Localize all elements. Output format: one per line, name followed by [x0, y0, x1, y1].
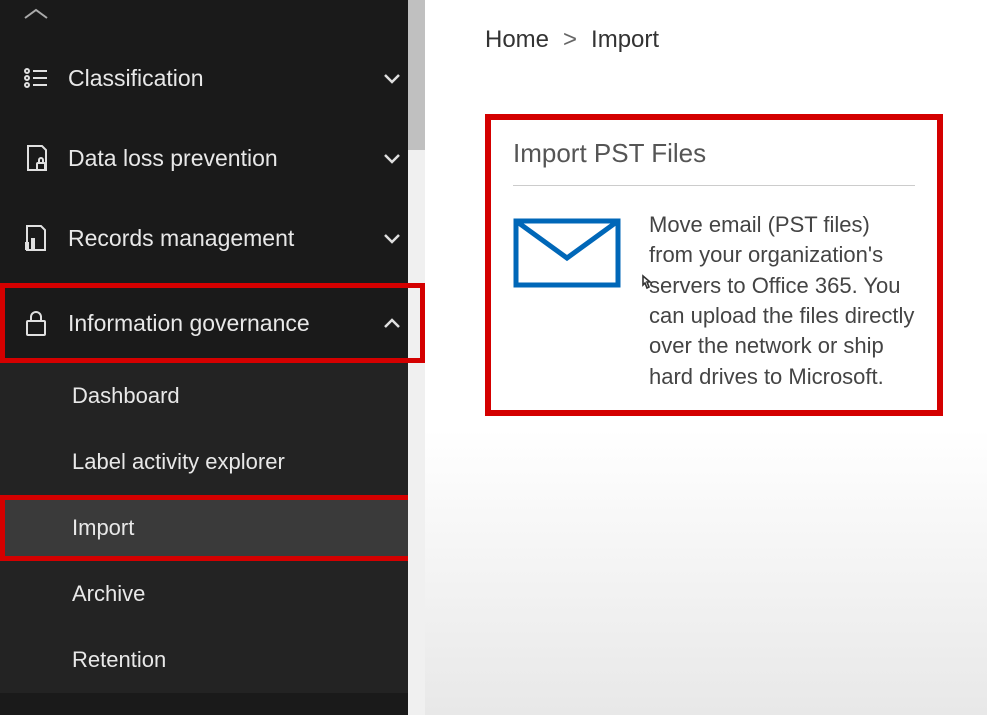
sidebar-subitem-import[interactable]: Import: [0, 495, 425, 561]
nav-label: Data loss prevention: [68, 145, 381, 172]
nav-label: Information governance: [68, 310, 381, 337]
sidebar-item-classification[interactable]: Classification: [0, 38, 425, 118]
chevron-down-icon: [381, 227, 403, 249]
nav-label: Classification: [68, 65, 381, 92]
sidebar-item-records-management[interactable]: Records management: [0, 198, 425, 278]
chevron-down-icon: [381, 147, 403, 169]
sidebar-item-truncated[interactable]: [0, 0, 425, 38]
import-pst-card[interactable]: Import PST Files Move email (PST files) …: [485, 114, 943, 416]
records-icon: [22, 224, 50, 252]
main-content: Home > Import Import PST Files Move emai…: [425, 0, 987, 715]
sidebar-subitem-dashboard[interactable]: Dashboard: [0, 363, 425, 429]
chevron-icon: [381, 0, 403, 22]
chevron-down-icon: [381, 67, 403, 89]
card-title: Import PST Files: [513, 138, 915, 186]
sidebar-subitem-retention[interactable]: Retention: [0, 627, 425, 693]
cursor-icon: [635, 272, 657, 294]
dlp-icon: [22, 144, 50, 172]
sidebar-item-data-loss-prevention[interactable]: Data loss prevention: [0, 118, 425, 198]
sidebar: Classification Data loss prevention Reco…: [0, 0, 425, 715]
nav-label: Records management: [68, 225, 381, 252]
sidebar-subitem-label-activity-explorer[interactable]: Label activity explorer: [0, 429, 425, 495]
mail-icon: [513, 218, 621, 293]
breadcrumb-current: Import: [591, 26, 659, 54]
lock-icon: [22, 309, 50, 337]
sidebar-item-information-governance[interactable]: Information governance: [0, 283, 425, 363]
nav-icon-placeholder: [22, 0, 50, 28]
classification-icon: [22, 64, 50, 92]
card-body: Move email (PST files) from your organiz…: [513, 210, 915, 392]
breadcrumb: Home > Import: [485, 26, 957, 54]
card-description: Move email (PST files) from your organiz…: [649, 210, 915, 392]
chevron-up-icon: [381, 312, 403, 334]
infogov-sub-items: Dashboard Label activity explorer Import…: [0, 363, 425, 693]
breadcrumb-home[interactable]: Home: [485, 26, 549, 54]
sidebar-subitem-archive[interactable]: Archive: [0, 561, 425, 627]
breadcrumb-separator: >: [563, 26, 577, 54]
